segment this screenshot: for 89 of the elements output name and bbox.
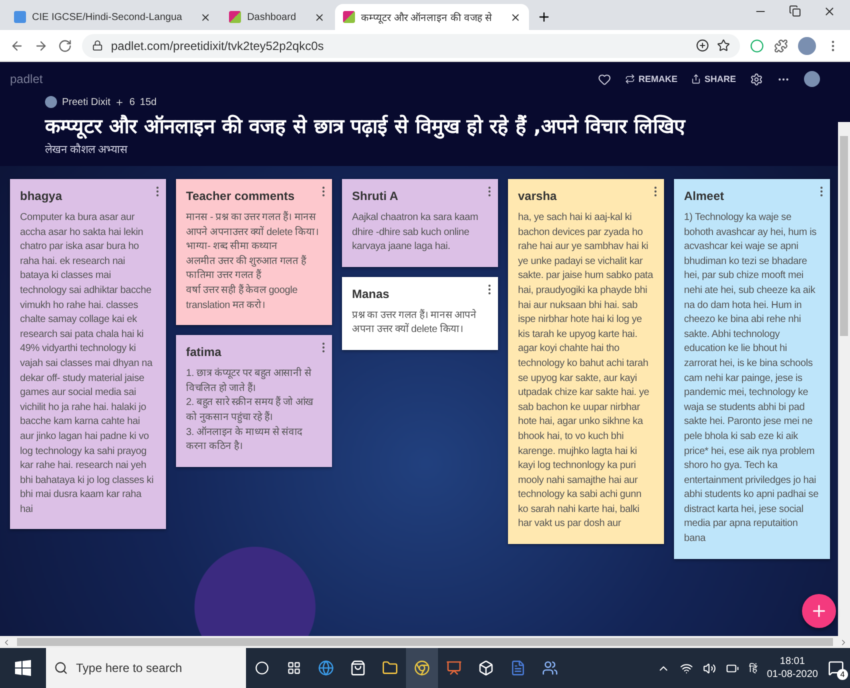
browser-tab[interactable]: CIE IGCSE/Hindi-Second-Langua <box>6 4 220 30</box>
new-tab-icon[interactable] <box>536 10 551 24</box>
post-author: bhagya <box>20 189 64 203</box>
post-card[interactable] <box>10 179 166 530</box>
language-indicator[interactable]: हिं <box>748 661 757 675</box>
lock-icon <box>92 40 103 51</box>
post-card[interactable]: Manas प्रश्न का उत्तर गलत हैं। मानस आपने अपना उत्तर क्यों delete किया। <box>342 276 498 350</box>
post-author: Manas <box>352 286 390 301</box>
post-text: भाग्या- शब्द सीमा कथ्यान <box>186 240 278 254</box>
share-icon <box>691 74 702 84</box>
favicon-icon <box>14 11 26 23</box>
notification-count: 4 <box>837 669 848 680</box>
browser-tab[interactable]: कम्प्यूटर और ऑनलाइन की वजह से <box>335 4 529 30</box>
restore-icon[interactable] <box>789 4 801 16</box>
scroll-right-icon[interactable] <box>839 638 848 646</box>
board-title: कम्प्यूटर और ऑनलाइन की वजह से छात्र पढ़ाई से विमुख हो रहे हैं ,अपने विचार लिखिए <box>45 113 687 139</box>
post-text: 3. ऑनलाइन के माध्यम से संवाद करना कठिन है। <box>186 426 304 454</box>
avatar-icon[interactable] <box>804 71 820 87</box>
wifi-icon[interactable] <box>680 662 693 674</box>
scrollbar-thumb[interactable] <box>840 136 848 336</box>
board-subtitle: लेखन कौशल अभ्यास <box>45 142 129 156</box>
post-author: fatima <box>186 345 222 360</box>
scrollbar-thumb[interactable] <box>17 638 833 646</box>
reload-icon[interactable] <box>58 38 72 52</box>
post-text: मानस - प्रश्न का उत्तर गलत हैं। मानस आपने अपनाउत्तर क्यों delete किया। <box>186 211 320 240</box>
plus-icon <box>810 602 828 620</box>
folder-icon[interactable] <box>382 660 398 676</box>
post-text: 1) Technology ka waje se bohoth avashcar ay hei, hum is acvashcar kei waje se apni bhudiman ko tezi se bhadare hei, par sub chize mooft mei nehi ate hei, sub cheeze ka aik na do dam hota hei. Hum in cheezo ke bina abi rehe nhi sakte. Abhi technology education ke lie bhout hi zarrorat hei, is ke bina schools cam nehi kar painge, jese is pandemic mei, technology ke waja se students abhi bi pad sakte hei. Paronto jese mei ne pele bhola ki sab eze ki aik price* hei, ese aik nya problem shoro ho gya. Tech ka entertainment priviledges jo hai abhi students ko apni padhai se distract karta hei, jese social media par apna reputaition bana <box>684 211 820 546</box>
post-text: 2. बहुत सारे स्क्रीन समय हैं जो आंख को नुकसान पहुंचा रहे हैं। <box>186 396 314 426</box>
windows-logo-icon[interactable] <box>15 660 31 676</box>
volume-icon[interactable] <box>702 662 716 674</box>
post-card[interactable]: fatima 1. छात्र कंप्यूटर पर बहुत आसानी से विचलित हो जाते हैं। 2. बहुत सारे स्क्रीन समय हैं जो आंख को नुकसान पहुंचा रहे हैं। 3. ऑनलाइन के माध्यम से संवाद करना कठिन है। <box>176 335 332 467</box>
scroll-left-icon[interactable] <box>2 638 11 646</box>
search-field[interactable]: Type here to search <box>46 648 246 688</box>
post-card[interactable]: Shruti A Aajkal chaatron ka sara kaam dhire -dhire sab kuch online karvaya jaane laga hai. <box>342 179 498 267</box>
post-text: Computer ka bura asar aur accha asar ho sakta hai lekin chatro par iska asar bura ho raha hai. ek research nai bataya ki classes mai technology sai adhiktar bacche vimukh ho rahe hai. classes chalte samay collage kai ek research sai pata chala hai ki 49% vidyarthi technology ki vajah sai classes mai dhyan na dekar off- study material jaise games aur social media sai vichilit ho ja rahe hai. halaki jo bacche kam karna cahte hai aur jinko lagan hai padne ki vo log technology ka sahi prayog kar rahe hai. research nai yeh bhi bahataya ki jo log classes ki bhi mai dusra kaam kar raha hai <box>20 211 154 517</box>
battery-icon[interactable] <box>726 662 739 674</box>
post-author: Almeet <box>684 189 726 203</box>
back-icon[interactable] <box>10 38 24 52</box>
action-link[interactable]: REMAKE <box>625 74 678 84</box>
star-icon[interactable] <box>717 39 730 52</box>
post-age: 15d <box>140 96 157 108</box>
post-text: 1. छात्र कंप्यूटर पर बहुत आसानी से विचलित हो जाते हैं। <box>186 367 312 396</box>
favicon-icon <box>229 11 242 23</box>
close-icon[interactable] <box>823 4 836 18</box>
add-post-button[interactable] <box>802 594 836 628</box>
globe-icon[interactable] <box>318 660 334 676</box>
search-icon <box>54 661 68 675</box>
browser-icon[interactable] <box>414 660 430 676</box>
heart-icon[interactable] <box>598 72 612 86</box>
close-icon[interactable] <box>510 12 521 22</box>
repeat-icon <box>625 74 636 84</box>
post-author: varsha <box>518 189 558 203</box>
post-text: Aajkal chaatron ka sara kaam dhire -dhire sab kuch online karvaya jaane laga hai. <box>352 211 480 254</box>
author-name: Preeti Dixit <box>62 96 110 108</box>
notification-icon[interactable] <box>828 660 844 676</box>
close-icon[interactable] <box>314 12 325 22</box>
forward-icon[interactable] <box>34 38 48 52</box>
people-icon[interactable] <box>542 660 558 676</box>
post-text: फातिमा उत्तर गलत हैं <box>186 269 262 284</box>
avatar-icon <box>45 96 57 108</box>
settings-icon[interactable] <box>750 72 763 86</box>
presentation-icon[interactable] <box>446 660 462 676</box>
browser-tab[interactable]: Dashboard <box>221 4 333 30</box>
shopping-bag-icon[interactable] <box>350 660 366 676</box>
puzzle-icon[interactable] <box>774 38 788 52</box>
address-bar[interactable]: padlet.com/preetidixit/tvk2tey52p2qkc0s <box>82 34 740 58</box>
close-icon[interactable] <box>200 12 212 22</box>
post-card[interactable] <box>508 179 664 544</box>
post-author: Teacher comments <box>186 189 296 203</box>
task-view-icon[interactable] <box>287 661 301 675</box>
clock[interactable]: 18:01 01-08-2020 <box>766 655 818 681</box>
post-text: प्रश्न का उत्तर गलत हैं। मानस आपने अपना उत्तर क्यों delete किया। <box>352 308 478 338</box>
plus-icon <box>115 98 124 106</box>
logo[interactable]: padlet <box>10 72 43 86</box>
box-icon[interactable] <box>478 660 494 676</box>
like-count: 6 <box>129 96 135 108</box>
document-icon[interactable] <box>510 660 526 676</box>
post-text: अलमीत उत्तर की शुरुआत गलत हैं <box>186 254 308 269</box>
scrollbar[interactable] <box>838 122 850 636</box>
post-author: Shruti A <box>352 189 400 203</box>
post-text: ha, ye sach hai ki aaj-kal ki bachon devices par zyada ho rahe hai aur ye sambhav hai ki ye unke padayi se vichalit kar sakte. par jaise hum sabko pata hai, praudyogiki ka phayde bhi hai aur nuksaan bhi hai. sab ispe nirbhar hote hai ki log ye kis tarah ke upyog karte hai. agar koyi chahte hai tho technology ko bahut achi tarah se upyog kar sakte, aur kayi utpadak chize kar sakte hai. ye sab bachon ke uupar nirbhar hote hai, agar unko sikhne ka bhook hai, to vo kuch bhi karenge. mujhko lagta hai ki kayi log technonlogy ka puri mooly nahi samajthe hai aur technology ka sabi achi gunn ko sarah nahi karte hai, balki har vakt us par dosh aur <box>518 211 654 532</box>
post-card[interactable] <box>176 179 332 326</box>
favicon-icon <box>343 11 355 23</box>
avatar-icon[interactable] <box>798 36 816 54</box>
post-card[interactable] <box>674 179 830 559</box>
action-link[interactable]: SHARE <box>691 74 736 84</box>
add-icon[interactable] <box>696 39 709 52</box>
post-text: वर्षा उत्तर सही हैं केवल google translation मत करो। <box>186 284 299 313</box>
